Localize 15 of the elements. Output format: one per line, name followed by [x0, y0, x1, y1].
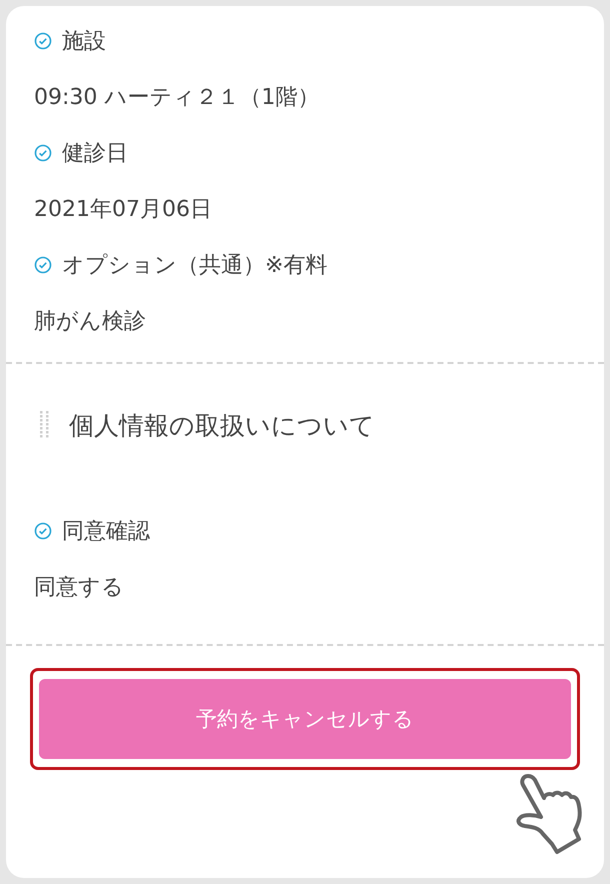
field-label: オプション（共通）※有料 [62, 252, 328, 280]
field-value: 09:30 ハーティ２１（1階） [34, 84, 320, 112]
check-circle-icon [34, 32, 52, 50]
grip-icon [39, 410, 49, 440]
field-label: 同意確認 [62, 518, 150, 546]
check-circle-icon [34, 522, 52, 540]
field-value: 肺がん検診 [34, 308, 147, 336]
field-label: 健診日 [62, 140, 128, 168]
cancel-button[interactable]: 予約をキャンセルする [39, 679, 571, 759]
check-circle-icon [34, 144, 52, 162]
field-label: 施設 [62, 28, 106, 56]
field-value: 同意する [34, 574, 125, 602]
section-heading: 個人情報の取扱いについて [69, 410, 375, 442]
field-value: 2021年07月06日 [34, 196, 213, 224]
check-circle-icon [34, 256, 52, 274]
